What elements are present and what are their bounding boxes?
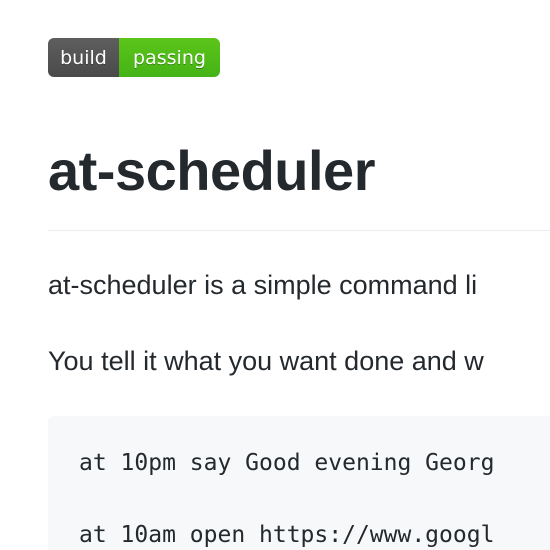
code-block: at 10pm say Good evening Georg at 10am o… [48, 416, 550, 550]
code-line: at 10pm say Good evening Georg [79, 450, 495, 476]
build-status-badge[interactable]: build passing [48, 38, 220, 77]
title-divider [48, 230, 550, 231]
readme-page: build passing at-scheduler at-scheduler … [0, 0, 550, 550]
usage-paragraph: You tell it what you want done and w [48, 346, 484, 376]
badge-label: build [48, 38, 119, 77]
badge-status: passing [119, 38, 220, 77]
page-title: at-scheduler [48, 139, 376, 202]
code-line: at 10am open https://www.googl [79, 522, 495, 548]
description-paragraph: at-scheduler is a simple command li [48, 270, 478, 300]
